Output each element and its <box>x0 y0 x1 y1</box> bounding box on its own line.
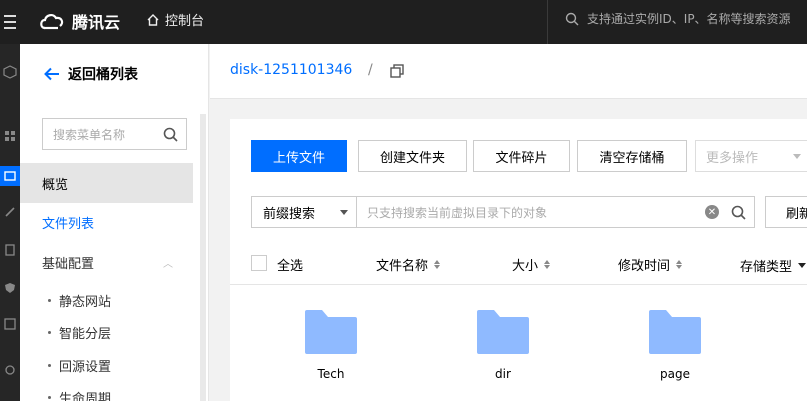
sidebar-subitem-intelligent-tiering[interactable]: 智能分层 <box>20 316 193 348</box>
sidebar-item-basic-config[interactable]: 基础配置 ︿ <box>20 243 193 281</box>
top-navigation-bar: 腾讯云 控制台 支持通过实例ID、IP、名称等搜索资源 <box>0 0 807 44</box>
settings-icon[interactable] <box>0 360 20 380</box>
sidebar-subitem-label: 智能分层 <box>59 326 112 342</box>
monitor-icon[interactable] <box>0 314 20 334</box>
bucket-name-link[interactable]: disk-1251101346 <box>230 62 352 78</box>
menu-icon[interactable] <box>0 0 20 44</box>
chevron-up-icon: ︿ <box>163 258 173 270</box>
sidebar-subitem-lifecycle[interactable]: 生命周期 <box>20 381 193 401</box>
select-all-label[interactable]: 全选 <box>277 255 303 274</box>
more-actions-label: 更多操作 <box>706 150 759 166</box>
refresh-label: 刷新 <box>786 206 807 222</box>
search-icon <box>565 12 579 25</box>
sort-icon[interactable] <box>434 260 441 269</box>
bucket-sidebar: 返回桶列表 搜索菜单名称 概览 文件列表 基础配置 ︿ 静态网站 智能分层 回源… <box>20 44 209 401</box>
select-all-checkbox[interactable] <box>251 255 267 271</box>
filter-dropdown-icon[interactable] <box>798 263 807 268</box>
folder-name: dir <box>495 367 511 381</box>
column-modified-time[interactable]: 修改时间 <box>618 255 683 274</box>
prefix-search-label: 前缀搜索 <box>263 206 316 222</box>
product-icon-rail <box>0 44 20 401</box>
copy-icon[interactable] <box>390 64 404 82</box>
folder-icon <box>305 310 357 354</box>
main-content: disk-1251101346 / 上传文件 创建文件夹 文件碎片 清空存储桶 … <box>210 44 807 401</box>
console-label: 控制台 <box>165 14 205 29</box>
prefix-search-select[interactable]: 前缀搜索 <box>251 196 357 228</box>
sidebar-item-label: 文件列表 <box>42 216 95 232</box>
create-folder-button[interactable]: 创建文件夹 <box>358 140 467 172</box>
file-list-panel: 上传文件 创建文件夹 文件碎片 清空存储桶 更多操作 前缀搜索 只支持搜索当前虚… <box>230 119 807 401</box>
search-icon[interactable] <box>163 127 178 142</box>
link-icon[interactable] <box>0 202 20 222</box>
search-icon[interactable] <box>731 205 746 220</box>
column-label: 大小 <box>512 259 539 274</box>
arrow-left-icon <box>44 67 59 81</box>
column-size[interactable]: 大小 <box>512 255 551 274</box>
column-storage-class[interactable]: 存储类型 <box>740 256 807 275</box>
home-icon <box>147 13 159 26</box>
breadcrumb-separator: / <box>368 62 373 78</box>
chevron-down-icon <box>793 153 801 159</box>
column-file-name[interactable]: 文件名称 <box>376 255 441 274</box>
bullet-icon <box>48 330 51 334</box>
empty-bucket-button[interactable]: 清空存储桶 <box>577 140 687 172</box>
column-label: 文件名称 <box>376 259 429 274</box>
folder-name: Tech <box>317 367 345 381</box>
back-to-bucket-list[interactable]: 返回桶列表 <box>44 64 138 84</box>
sidebar-scrollbar[interactable] <box>200 114 206 401</box>
file-fragments-button[interactable]: 文件碎片 <box>473 140 570 172</box>
upload-files-button[interactable]: 上传文件 <box>251 140 347 172</box>
sort-icon[interactable] <box>544 260 551 269</box>
folder-item[interactable]: dir <box>463 309 543 381</box>
shield-icon[interactable] <box>0 278 20 298</box>
sidebar-item-overview[interactable]: 概览 <box>20 163 193 203</box>
bullet-icon <box>48 298 51 302</box>
cube-icon[interactable] <box>0 62 20 82</box>
folder-name: page <box>660 367 690 381</box>
more-actions-dropdown[interactable]: 更多操作 <box>695 140 807 172</box>
object-search-placeholder: 只支持搜索当前虚拟目录下的对象 <box>367 205 548 220</box>
table-header: 全选 文件名称 大小 修改时间 存储类型 <box>230 242 807 285</box>
sort-icon[interactable] <box>676 260 683 269</box>
breadcrumb: disk-1251101346 / <box>210 44 807 99</box>
topbar-divider <box>547 0 548 44</box>
sidebar-subitem-label: 回源设置 <box>59 359 112 375</box>
clear-icon[interactable]: ✕ <box>705 205 719 219</box>
sidebar-item-label: 基础配置 <box>42 256 95 272</box>
refresh-button[interactable]: 刷新 <box>765 196 807 228</box>
folder-item[interactable]: page <box>635 309 715 381</box>
folder-icon <box>649 310 701 354</box>
column-label: 存储类型 <box>740 260 793 275</box>
sidebar-subitem-origin-settings[interactable]: 回源设置 <box>20 349 193 381</box>
object-search-input[interactable]: 只支持搜索当前虚拟目录下的对象 ✕ <box>356 196 755 228</box>
console-link[interactable]: 控制台 <box>146 10 204 29</box>
sidebar-subitem-label: 生命周期 <box>59 391 112 401</box>
sidebar-item-label: 概览 <box>42 177 69 193</box>
folder-item[interactable]: Tech <box>291 309 371 381</box>
back-label: 返回桶列表 <box>68 67 138 83</box>
cloud-logo-icon <box>40 14 64 30</box>
menu-search-placeholder: 搜索菜单名称 <box>53 127 126 142</box>
storage-icon[interactable] <box>0 166 20 186</box>
sidebar-subitem-static-website[interactable]: 静态网站 <box>20 284 193 316</box>
bullet-icon <box>48 363 51 367</box>
grid-icon[interactable] <box>0 126 20 146</box>
bullet-icon <box>48 395 51 399</box>
global-search-placeholder: 支持通过实例ID、IP、名称等搜索资源 <box>587 12 791 26</box>
chevron-down-icon <box>340 209 348 215</box>
column-label: 修改时间 <box>618 259 671 274</box>
global-search[interactable]: 支持通过实例ID、IP、名称等搜索资源 <box>565 10 791 27</box>
sidebar-item-file-list[interactable]: 文件列表 <box>20 203 193 241</box>
folder-icon <box>477 310 529 354</box>
tencent-cloud-logo[interactable]: 腾讯云 <box>38 9 120 33</box>
database-icon[interactable] <box>0 240 20 260</box>
menu-search-input[interactable]: 搜索菜单名称 <box>42 118 187 150</box>
brand-name: 腾讯云 <box>72 13 121 32</box>
sidebar-subitem-label: 静态网站 <box>59 294 112 310</box>
